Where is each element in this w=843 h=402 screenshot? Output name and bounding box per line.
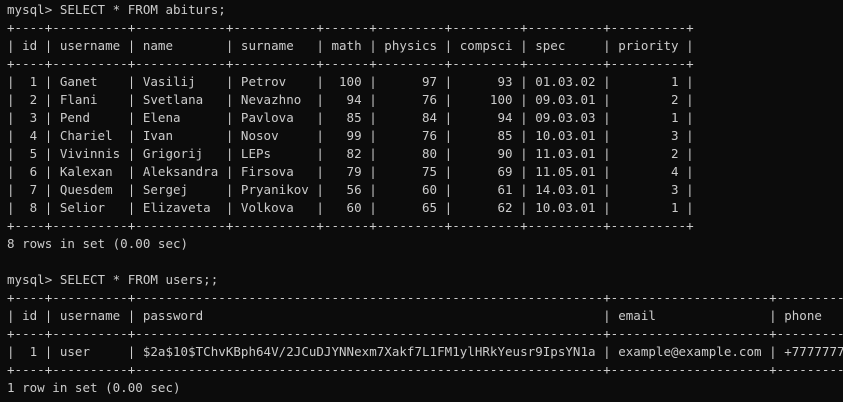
table-border-top: +----+----------+-----------------------…: [7, 290, 843, 305]
table-row: | 1 | Ganet | Vasilij | Petrov | 100 | 9…: [7, 74, 694, 89]
result-summary: 1 row in set (0.00 sec): [7, 380, 181, 395]
table-row: | 2 | Flani | Svetlana | Nevazhno | 94 |…: [7, 92, 694, 107]
table-header-row: | id | username | name | surname | math …: [7, 38, 694, 53]
prompt-command-abiturs: mysql> SELECT * FROM abiturs;: [7, 2, 226, 17]
table-border-bottom: +----+----------+-----------------------…: [7, 362, 843, 377]
table-border-header: +----+----------+-----------------------…: [7, 326, 843, 341]
table-header-row: | id | username | password | email | pho…: [7, 308, 843, 323]
result-summary: 8 rows in set (0.00 sec): [7, 236, 189, 251]
terminal-output[interactable]: mysql> SELECT * FROM abiturs; +----+----…: [7, 1, 843, 401]
table-border-top: +----+----------+------------+----------…: [7, 20, 694, 35]
table-row: | 5 | Vivinnis | Grigorij | LEPs | 82 | …: [7, 146, 694, 161]
table-row: | 3 | Pend | Elena | Pavlova | 85 | 84 |…: [7, 110, 694, 125]
table-border-header: +----+----------+------------+----------…: [7, 56, 694, 71]
table-row: | 7 | Quesdem | Sergej | Pryanikov | 56 …: [7, 182, 694, 197]
table-border-bottom: +----+----------+------------+----------…: [7, 218, 694, 233]
table-row: | 6 | Kalexan | Aleksandra | Firsova | 7…: [7, 164, 694, 179]
table-row: | 1 | user | $2a$10$TChvKBph64V/2JCuDJYN…: [7, 344, 843, 359]
table-row: | 8 | Selior | Elizaveta | Volkova | 60 …: [7, 200, 694, 215]
table-row: | 4 | Chariel | Ivan | Nosov | 99 | 76 |…: [7, 128, 694, 143]
prompt-command-users: mysql> SELECT * FROM users;;: [7, 272, 219, 287]
